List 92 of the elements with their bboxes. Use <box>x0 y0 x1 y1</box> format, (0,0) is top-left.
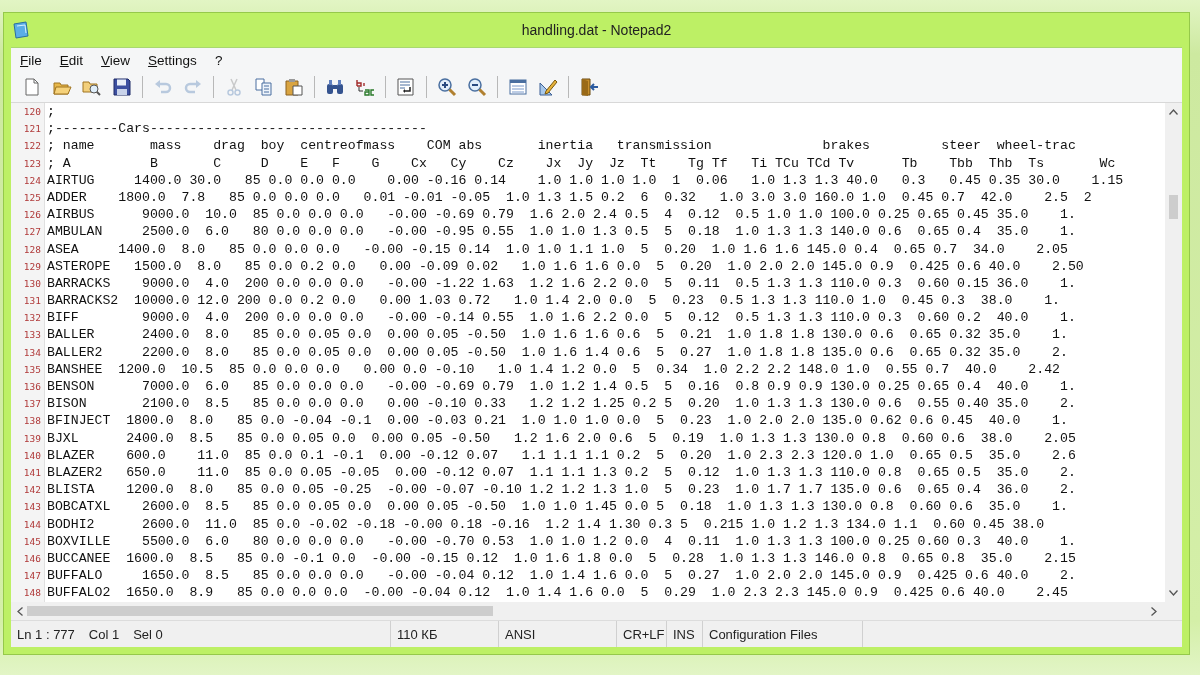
code-line: ASEA 1400.0 8.0 85 0.0 0.0 0.0 -0.00 -0.15 0.14 1.0 1.0 1.1 1.0 5 0.20 1.0 1.6 1.6 145.0 0.4 0.65 0.7 34.0 2.05 <box>47 240 1068 258</box>
status-text: Configuration Files <box>709 626 818 642</box>
code-line: BUFFALO 1650.0 8.5 85 0.0 0.0 0.0 -0.00 -0.04 0.12 1.0 1.4 1.6 0.0 5 0.27 1.0 2.0 2.0 145.0 0.9 0.425 0.6 40.0 2. <box>47 567 1076 585</box>
code-line: BOBCATXL 2600.0 8.5 85 0.0 0.05 0.0 0.00 0.05 -0.50 1.0 1.0 1.45 0.0 5 0.18 1.0 1.3 1.3 130.0 0.8 0.60 0.6 35.0 1. <box>47 498 1068 516</box>
line-number: 145 <box>23 534 41 549</box>
clipboard-icon <box>284 77 304 97</box>
line-number: 139 <box>23 431 41 446</box>
line-number: 125 <box>23 190 41 205</box>
line-number: 136 <box>23 380 41 394</box>
code-line: BODHI2 2600.0 11.0 85 0.0 -0.02 -0.18 -0.00 0.18 -0.16 1.2 1.4 1.30 0.3 5 0.215 1.0 1.2 1.3 134.0 1.1 0.60 0.45 38.0 <box>47 515 1045 533</box>
line-number: 129 <box>23 259 41 274</box>
status-text: Col 1 <box>88 626 120 642</box>
scroll-right-icon <box>1151 606 1157 616</box>
line-number: 130 <box>23 276 41 291</box>
code-line: ADDER 1800.0 7.8 85 0.0 0.0 0.0 0.01 -0.01 -0.05 1.0 1.3 1.5 0.2 6 0.32 1.0 3.0 3.0 160.0 1.0 0.45 0.7 42.0 2.5 2 <box>47 188 1092 207</box>
line-number: 141 <box>23 465 41 480</box>
code-line: BIFF 9000.0 4.0 200 0.0 0.0 0.0 -0.00 -0.14 0.55 1.0 1.6 2.2 0.0 5 0.12 0.5 1.3 1.3 110.0 0.3 0.60 0.2 40.0 1. <box>47 309 1076 327</box>
zoom-out-icon <box>467 77 487 97</box>
status-text: INS <box>673 626 695 642</box>
scroll-up-icon <box>1169 109 1178 115</box>
line-number: 120 <box>23 105 41 119</box>
line-number: 143 <box>23 500 41 515</box>
code-line: BARRACKS 9000.0 4.0 200 0.0 0.0 0.0 -0.00 -1.22 1.63 1.2 1.6 2.2 0.0 5 0.11 0.5 1.3 1.3 110.0 0.3 0.60 0.15 36.0 1. <box>47 274 1076 293</box>
scroll-thumb[interactable] <box>27 606 493 616</box>
menu-item[interactable]: ? <box>214 52 223 68</box>
line-number: 138 <box>23 414 41 429</box>
menu-item[interactable]: Edit <box>59 52 84 68</box>
notepad-icon <box>11 20 31 40</box>
line-number: 122 <box>23 139 41 154</box>
menu-item[interactable]: View <box>101 52 131 68</box>
status-text: 110 КБ <box>397 626 438 642</box>
code-line: AIRBUS 9000.0 10.0 85 0.0 0.0 0.0 -0.00 -0.69 0.79 1.6 2.0 2.4 0.5 4 0.12 0.5 1.0 1.0 100.0 0.25 0.65 0.45 35.0 1. <box>47 206 1076 224</box>
window-title: handling.dat - Notepad2 <box>520 22 673 38</box>
code-line: BARRACKS2 10000.0 12.0 200 0.0 0.2 0.0 0.00 1.03 0.72 1.0 1.4 2.0 0.0 5 0.23 0.5 1.3 1.3 110.0 1.0 0.45 0.3 38.0 1. <box>47 292 1060 310</box>
line-number: 127 <box>23 225 41 240</box>
scroll-left-icon <box>17 606 23 616</box>
code-line: BUCCANEE 1600.0 8.5 85 0.0 -0.1 0.0 -0.00 -0.15 0.12 1.0 1.6 1.8 0.0 5 0.28 1.0 1.3 1.3 146.0 0.8 0.65 0.8 35.0 2.15 <box>47 549 1076 568</box>
code-line: AIRTUG 1400.0 30.0 85 0.0 0.0 0.0 0.00 -0.16 0.14 1.0 1.0 1.0 1.0 1 0.06 1.0 1.3 1.3 40.0 0.3 0.45 0.35 30.0 1.15 <box>47 171 1124 189</box>
line-number: 134 <box>23 345 41 360</box>
status-text: Ln 1 : 777 <box>17 626 75 642</box>
code-line: BLAZER 600.0 11.0 85 0.0 0.1 -0.1 0.00 -0.12 0.07 1.1 1.1 1.1 0.2 5 0.20 1.0 2.3 2.3 120.0 1.0 0.65 0.5 35.0 2.6 <box>47 446 1076 464</box>
status-text: ANSI <box>505 626 536 642</box>
line-number: 124 <box>23 173 41 188</box>
code-line: BANSHEE 1200.0 10.5 85 0.0 0.0 0.0 0.00 0.0 -0.10 1.0 1.4 1.2 0.0 5 0.34 1.0 2.2 2.2 148.0 1.0 0.55 0.7 40.0 2.42 <box>47 360 1060 378</box>
code-line: BUFFALO2 1650.0 8.9 85 0.0 0.0 0.0 -0.00 -0.04 0.12 1.0 1.4 1.6 0.0 5 0.29 1.0 2.3 2.3 145.0 0.9 0.425 0.6 40.0 2.45 <box>47 584 1068 602</box>
code-line: ; <box>47 103 55 121</box>
status-text: CR+LF <box>623 626 665 642</box>
line-number: 146 <box>23 551 41 566</box>
line-number: 133 <box>23 328 41 343</box>
line-number: 123 <box>23 156 41 171</box>
code-line: BFINJECT 1800.0 8.0 85 0.0 -0.04 -0.1 0.00 -0.03 0.21 1.0 1.0 1.0 0.0 5 0.23 1.0 2.0 2.0 135.0 0.62 0.6 0.45 40.0 1. <box>47 412 1068 430</box>
code-line: BALLER2 2200.0 8.0 85 0.0 0.05 0.0 0.00 0.05 -0.50 1.0 1.6 1.4 0.6 5 0.27 1.0 1.8 1.8 135.0 0.6 0.65 0.32 35.0 2. <box>47 343 1068 361</box>
page-icon <box>22 77 42 97</box>
line-number: 144 <box>23 517 41 532</box>
window-icon <box>508 77 528 97</box>
code-line: AMBULAN 2500.0 6.0 80 0.0 0.0 0.0 -0.00 -0.95 0.55 1.0 1.0 1.3 0.5 5 0.18 1.0 1.3 1.3 140.0 0.6 0.65 0.4 35.0 1. <box>47 223 1076 241</box>
line-number: 126 <box>23 208 41 223</box>
status-text: Sel 0 <box>133 626 163 642</box>
scissors-icon <box>224 77 244 97</box>
menu-item[interactable]: Settings <box>148 52 197 68</box>
code-line: BENSON 7000.0 6.0 85 0.0 0.0 0.0 -0.00 -0.69 0.79 1.0 1.2 1.4 0.5 5 0.16 0.8 0.9 0.9 130.0 0.25 0.65 0.4 40.0 1. <box>47 378 1076 396</box>
door-arrow-icon <box>579 77 599 97</box>
line-number: 121 <box>23 122 41 137</box>
code-line: BJXL 2400.0 8.5 85 0.0 0.05 0.0 0.00 0.05 -0.50 1.2 1.6 2.0 0.6 5 0.19 1.0 1.3 1.3 130.0 0.8 0.60 0.6 38.0 2.05 <box>47 429 1076 447</box>
code-line: BALLER 2400.0 8.0 85 0.0 0.05 0.0 0.00 0.05 -0.50 1.0 1.6 1.6 0.6 5 0.21 1.0 1.8 1.8 130.0 0.6 0.65 0.32 35.0 1. <box>47 326 1068 344</box>
replace-icon <box>355 77 375 97</box>
scroll-thumb[interactable] <box>1169 195 1178 219</box>
line-number: 142 <box>23 483 41 498</box>
line-number: 147 <box>23 569 41 584</box>
line-number: 128 <box>23 242 41 257</box>
binoculars-icon <box>325 77 345 97</box>
line-number: 131 <box>23 294 41 309</box>
line-number: 148 <box>23 586 41 601</box>
zoom-in-icon <box>437 77 457 97</box>
line-number: 135 <box>23 362 41 377</box>
code-line: ; A B C D E F G Cx Cy Cz Jx Jy Jz Tt Tg Tf Ti TCu TCd Tv Tb Tbb Thb Ts Wc <box>47 154 1116 172</box>
vertical-scrollbar[interactable] <box>1165 103 1182 602</box>
code-line: BOXVILLE 5500.0 6.0 80 0.0 0.0 0.0 -0.00 -0.70 0.53 1.0 1.0 1.2 0.0 4 0.11 1.0 1.3 1.3 100.0 0.25 0.60 0.3 40.0 1. <box>47 532 1076 550</box>
line-number: 140 <box>23 448 41 463</box>
menu-item[interactable]: File <box>20 52 42 68</box>
code-line: ;--------Cars----------------------------------- <box>47 120 427 138</box>
line-number: 132 <box>23 311 41 326</box>
line-number: 137 <box>23 397 41 412</box>
code-line: BLAZER2 650.0 11.0 85 0.0 0.05 -0.05 0.00 -0.12 0.07 1.1 1.1 1.3 0.2 5 0.12 1.0 1.3 1.3 110.0 0.8 0.65 0.5 35.0 2. <box>47 463 1076 482</box>
ruler-pencil-icon <box>538 77 558 97</box>
code-line: BISON 2100.0 8.5 85 0.0 0.0 0.0 0.00 -0.10 0.33 1.2 1.2 1.25 0.2 5 0.20 1.0 1.3 1.3 130.0 0.6 0.55 0.40 35.0 2. <box>47 395 1076 413</box>
copy-icon <box>254 77 274 97</box>
word-wrap-icon <box>396 77 416 97</box>
code-line: ; name mass drag boy centreofmass COM abs inertia transmission brakes steer wheel-trac <box>47 137 1076 155</box>
code-line: BLISTA 1200.0 8.0 85 0.0 0.05 -0.25 -0.00 -0.07 -0.10 1.2 1.2 1.3 1.0 5 0.23 1.0 1.7 1.7 135.0 0.6 0.65 0.4 36.0 2. <box>47 481 1076 499</box>
scroll-down-icon <box>1169 590 1178 596</box>
code-line: ASTEROPE 1500.0 8.0 85 0.0 0.2 0.0 0.00 -0.09 0.02 1.0 1.6 1.6 0.0 5 0.20 1.0 2.0 2.0 145.0 0.9 0.425 0.6 40.0 2.50 <box>47 257 1084 275</box>
